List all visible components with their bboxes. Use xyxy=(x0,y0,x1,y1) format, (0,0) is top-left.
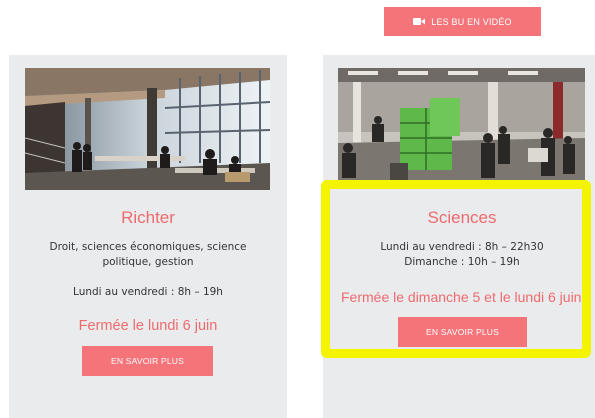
library-videos-button[interactable]: LES BU EN VIDÉO xyxy=(384,7,541,36)
richter-learn-more-button[interactable]: EN SAVOIR PLUS xyxy=(82,346,213,376)
sciences-hours-sunday: Dimanche : 10h – 19h xyxy=(404,256,520,268)
page: LES BU EN VIDÉO Richter Droit, sciences … xyxy=(0,0,595,418)
richter-closure-notice: Fermée le lundi 6 juin xyxy=(78,318,218,334)
sciences-library-photo xyxy=(338,68,585,184)
sciences-learn-more-button[interactable]: EN SAVOIR PLUS xyxy=(398,317,527,347)
sciences-closure-notice: Fermée le dimanche 5 et le lundi 6 juin xyxy=(341,289,582,305)
richter-subjects-line1: Droit, sciences économiques, science xyxy=(49,241,247,253)
video-camera-icon xyxy=(413,18,426,25)
richter-library-photo xyxy=(25,68,270,190)
richter-hours: Lundi au vendredi : 8h – 19h xyxy=(73,286,223,298)
richter-title: Richter xyxy=(121,208,175,227)
sciences-title: Sciences xyxy=(427,208,497,227)
library-videos-label: LES BU EN VIDÉO xyxy=(431,16,512,27)
richter-subjects-line2: politique, gestion xyxy=(102,256,194,268)
sciences-hours-weekdays: Lundi au vendredi : 8h – 22h30 xyxy=(380,241,544,253)
